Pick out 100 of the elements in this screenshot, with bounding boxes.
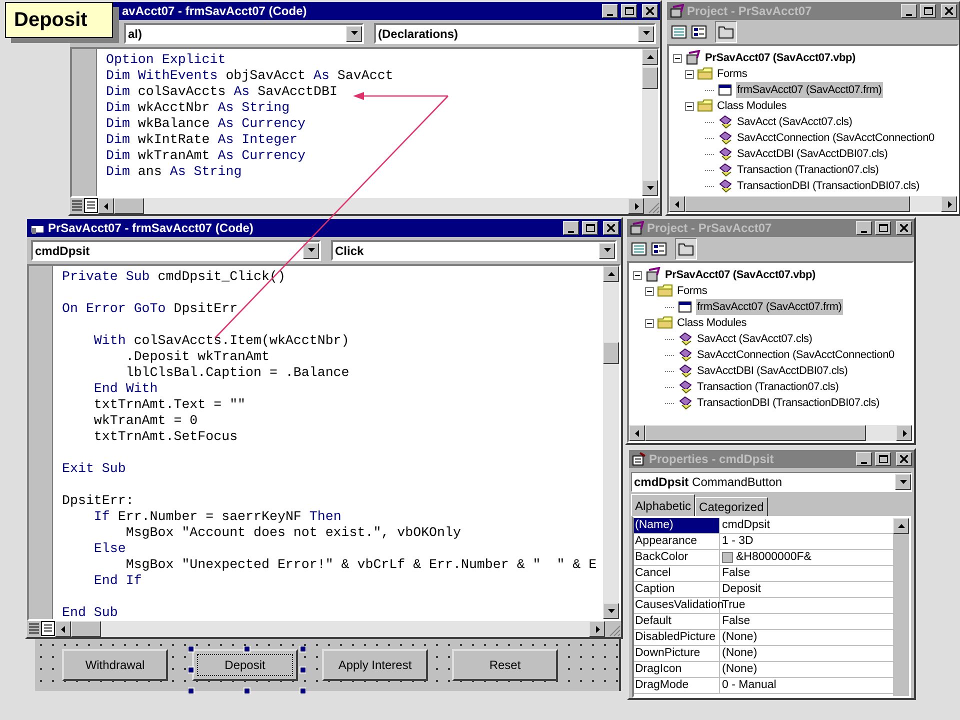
property-value[interactable]: (None) bbox=[722, 646, 758, 661]
property-name[interactable]: BackColor bbox=[634, 550, 720, 565]
tab[interactable]: Categorized bbox=[695, 497, 768, 516]
property-name[interactable]: Default bbox=[634, 614, 720, 629]
tree-item[interactable]: Class Modules bbox=[716, 98, 788, 114]
horizontal-scrollbar[interactable] bbox=[629, 425, 912, 441]
procedure-view-icon[interactable] bbox=[27, 621, 41, 637]
scroll-thumb[interactable] bbox=[603, 342, 619, 364]
dropdown-button[interactable] bbox=[895, 474, 911, 490]
property-value[interactable]: 1 - 3D bbox=[722, 534, 754, 549]
tree-item[interactable]: TransactionDBI (TransactionDBI07.cls) bbox=[696, 394, 881, 412]
collapse-toggle[interactable] bbox=[633, 270, 642, 280]
tree-item[interactable]: Forms bbox=[716, 66, 748, 82]
form-button[interactable]: Apply Interest bbox=[322, 649, 428, 681]
form-button[interactable]: Deposit bbox=[192, 649, 298, 681]
dropdown-field[interactable]: Click bbox=[331, 240, 617, 261]
property-grid[interactable]: (Name) cmdDpsit Appearance 1 - 3D BackColor &H8000000F& Cancel False Caption Deposit CausesValidationTrue Default False DisabledPicture (None) DownPicture (None) DragIcon (None) DragMode 0 - Manual bbox=[632, 516, 911, 698]
maximize-button[interactable] bbox=[582, 221, 598, 235]
property-name[interactable]: Caption bbox=[634, 582, 720, 597]
property-name[interactable]: DisabledPicture bbox=[634, 630, 720, 645]
property-value[interactable]: &H8000000F& bbox=[736, 550, 812, 565]
dropdown-field[interactable]: (Declarations) bbox=[374, 23, 656, 44]
scroll-right-button[interactable] bbox=[941, 196, 957, 212]
dropdown-button[interactable] bbox=[638, 26, 654, 42]
tree-item[interactable]: SavAcctDBI (SavAcctDBI07.cls) bbox=[736, 146, 889, 162]
close-button[interactable] bbox=[896, 452, 912, 466]
close-button[interactable] bbox=[603, 221, 619, 235]
close-button[interactable] bbox=[642, 4, 658, 18]
property-name[interactable]: Cancel bbox=[634, 566, 720, 581]
toggle-folders-button[interactable] bbox=[715, 21, 737, 43]
horizontal-scrollbar[interactable] bbox=[70, 198, 660, 214]
collapse-toggle[interactable] bbox=[685, 70, 694, 78]
scroll-thumb[interactable] bbox=[114, 198, 144, 214]
property-value[interactable]: False bbox=[722, 566, 750, 581]
tab[interactable]: Alphabetic bbox=[631, 494, 696, 516]
form-designer[interactable]: Withdrawal Deposit Apply Interest Reset bbox=[35, 639, 621, 691]
code-editor[interactable] bbox=[27, 264, 621, 621]
minimize-button[interactable] bbox=[602, 4, 618, 18]
property-value[interactable]: (None) bbox=[722, 630, 758, 645]
tree-item[interactable]: Forms bbox=[676, 282, 708, 300]
code-editor[interactable] bbox=[70, 47, 660, 198]
tree-item[interactable]: frmSavAcct07 (SavAcct07.frm) bbox=[736, 82, 883, 98]
tree-item[interactable]: SavAcct (SavAcct07.cls) bbox=[696, 330, 814, 348]
scroll-left-button[interactable] bbox=[98, 198, 114, 214]
tree-item[interactable]: PrSavAcct07 (SavAcct07.vbp) bbox=[664, 266, 817, 284]
dropdown-field[interactable]: cmdDpsit bbox=[31, 240, 321, 261]
size-grip-icon[interactable] bbox=[605, 621, 621, 637]
view-code-icon[interactable] bbox=[631, 241, 647, 257]
procedure-view-icon[interactable] bbox=[70, 198, 84, 214]
tree-item[interactable]: Class Modules bbox=[676, 314, 748, 332]
maximize-button[interactable] bbox=[875, 221, 891, 235]
minimize-button[interactable] bbox=[563, 221, 579, 235]
tree-item[interactable]: SavAcctConnection (SavAcctConnection0 bbox=[696, 346, 896, 364]
scroll-thumb[interactable] bbox=[645, 425, 866, 441]
size-grip-icon[interactable] bbox=[644, 198, 660, 214]
tree-item[interactable]: TransactionDBI (TransactionDBI07.cls) bbox=[736, 178, 921, 194]
full-module-view-icon[interactable] bbox=[84, 198, 98, 214]
dropdown-button[interactable] bbox=[346, 26, 362, 42]
property-name[interactable]: (Name) bbox=[634, 518, 720, 533]
close-button[interactable] bbox=[941, 4, 957, 18]
horizontal-scrollbar[interactable] bbox=[27, 621, 621, 637]
tree-item[interactable]: PrSavAcct07 (SavAcct07.vbp) bbox=[704, 50, 857, 66]
project-tree[interactable] bbox=[667, 44, 959, 214]
scroll-left-button[interactable] bbox=[55, 621, 71, 637]
property-name[interactable]: DownPicture bbox=[634, 646, 720, 661]
scroll-down-button[interactable] bbox=[642, 180, 658, 196]
dropdown-button[interactable] bbox=[599, 242, 615, 258]
property-value[interactable]: 0 - Manual bbox=[722, 678, 776, 693]
scroll-thumb[interactable] bbox=[642, 67, 658, 89]
minimize-button[interactable] bbox=[856, 221, 872, 235]
tree-item[interactable]: SavAcctDBI (SavAcctDBI07.cls) bbox=[696, 362, 849, 380]
collapse-toggle[interactable] bbox=[673, 54, 682, 62]
property-value[interactable]: cmdDpsit bbox=[722, 518, 770, 533]
scroll-right-button[interactable] bbox=[896, 425, 912, 441]
property-name[interactable]: DragIcon bbox=[634, 662, 720, 677]
view-object-icon[interactable] bbox=[691, 24, 707, 40]
collapse-toggle[interactable] bbox=[645, 318, 654, 328]
property-value[interactable]: (None) bbox=[722, 662, 758, 677]
property-value[interactable]: False bbox=[722, 614, 750, 629]
maximize-button[interactable] bbox=[875, 452, 891, 466]
property-name[interactable]: Appearance bbox=[634, 534, 720, 549]
tree-item[interactable]: frmSavAcct07 (SavAcct07.frm) bbox=[696, 298, 843, 316]
tree-item[interactable]: Transaction (Tranaction07.cls) bbox=[696, 378, 840, 396]
property-value[interactable]: True bbox=[722, 598, 746, 613]
view-code-icon[interactable] bbox=[671, 24, 687, 40]
vertical-scrollbar[interactable] bbox=[642, 49, 658, 196]
horizontal-scrollbar[interactable] bbox=[669, 196, 957, 212]
scroll-up-button[interactable] bbox=[603, 266, 619, 282]
tree-item[interactable]: SavAcct (SavAcct07.cls) bbox=[736, 114, 854, 130]
scroll-up-button[interactable] bbox=[642, 49, 658, 65]
maximize-button[interactable] bbox=[621, 4, 637, 18]
scroll-thumb[interactable] bbox=[71, 621, 101, 637]
scroll-up-button[interactable] bbox=[893, 518, 909, 534]
project-tree[interactable] bbox=[627, 261, 914, 443]
toggle-folders-button[interactable] bbox=[675, 238, 697, 260]
collapse-toggle[interactable] bbox=[685, 102, 694, 110]
object-dropdown[interactable]: cmdDpsit CommandButton bbox=[631, 472, 912, 492]
form-button[interactable]: Reset bbox=[452, 649, 558, 681]
close-button[interactable] bbox=[896, 221, 912, 235]
collapse-toggle[interactable] bbox=[645, 286, 654, 296]
